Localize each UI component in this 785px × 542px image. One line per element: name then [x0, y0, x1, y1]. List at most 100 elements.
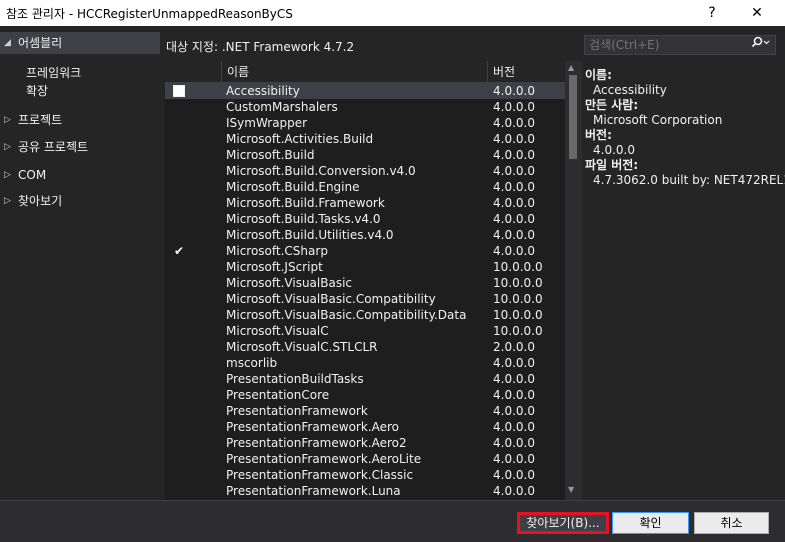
row-name: PresentationFramework.Aero2 — [226, 436, 407, 450]
sidebar-item-label: 프로젝트 — [18, 113, 63, 127]
close-button[interactable]: ✕ — [737, 0, 777, 26]
row-name: Microsoft.VisualBasic.Compatibility.Data — [226, 308, 467, 322]
search-box[interactable] — [584, 35, 776, 55]
sidebar-item-projects[interactable]: ▷ 프로젝트 — [0, 109, 160, 131]
row-version: 4.0.0.0 — [493, 164, 535, 178]
row-version: 10.0.0.0 — [493, 276, 543, 290]
row-version: 4.0.0.0 — [493, 484, 535, 498]
row-name: PresentationCore — [226, 388, 330, 402]
table-row[interactable]: Microsoft.VisualC 10.0.0.0 — [165, 323, 565, 339]
row-version: 4.0.0.0 — [493, 468, 535, 482]
table-row[interactable]: Microsoft.Build.Tasks.v4.0 4.0.0.0 — [165, 211, 565, 227]
row-version: 4.0.0.0 — [493, 180, 535, 194]
row-version: 4.0.0.0 — [493, 100, 535, 114]
list-scrollbar[interactable]: ▲ ▼ — [565, 61, 582, 500]
row-version: 10.0.0.0 — [493, 324, 543, 338]
table-row[interactable]: PresentationFramework.Aero 4.0.0.0 — [165, 419, 565, 435]
row-name: Microsoft.CSharp — [226, 244, 328, 258]
cancel-button[interactable]: 취소 — [694, 512, 769, 534]
row-version: 10.0.0.0 — [493, 292, 543, 306]
detail-name-value: Accessibility — [593, 83, 667, 97]
help-button[interactable]: ? — [692, 0, 732, 26]
collapsed-arrow-icon: ▷ — [4, 142, 11, 152]
sidebar-item-shared-projects[interactable]: ▷ 공유 프로젝트 — [0, 136, 160, 158]
row-name: Microsoft.Build.Conversion.v4.0 — [226, 164, 416, 178]
detail-file-version-label: 파일 버전: — [585, 158, 639, 172]
collapsed-arrow-icon: ▷ — [4, 196, 11, 206]
row-version: 4.0.0.0 — [493, 388, 535, 402]
table-row[interactable]: Microsoft.Build.Framework 4.0.0.0 — [165, 195, 565, 211]
row-version: 4.0.0.0 — [493, 452, 535, 466]
sidebar-item-com[interactable]: ▷ COM — [0, 164, 160, 186]
scrollbar-thumb[interactable] — [569, 75, 577, 159]
table-row[interactable]: PresentationBuildTasks 4.0.0.0 — [165, 371, 565, 387]
table-row[interactable]: Microsoft.Activities.Build 4.0.0.0 — [165, 131, 565, 147]
sidebar-item-assemblies[interactable]: ◢ 어셈블리 — [0, 32, 160, 54]
detail-author-value: Microsoft Corporation — [593, 113, 723, 127]
table-row[interactable]: Microsoft.VisualBasic.Compatibility 10.0.… — [165, 291, 565, 307]
table-row[interactable]: Microsoft.VisualC.STLCLR 2.0.0.0 — [165, 339, 565, 355]
table-row[interactable]: PresentationFramework.AeroLite 4.0.0.0 — [165, 451, 565, 467]
browse-button[interactable]: 찾아보기(B)... — [517, 512, 609, 534]
search-icon[interactable] — [747, 36, 775, 54]
table-row[interactable]: PresentationFramework.Aero2 4.0.0.0 — [165, 435, 565, 451]
row-name: PresentationFramework — [226, 404, 368, 418]
row-version: 10.0.0.0 — [493, 260, 543, 274]
row-version: 4.0.0.0 — [493, 196, 535, 210]
table-row[interactable]: Microsoft.Build.Utilities.v4.0 4.0.0.0 — [165, 227, 565, 243]
table-row[interactable]: ISymWrapper 4.0.0.0 — [165, 115, 565, 131]
sidebar-item-label: COM — [18, 168, 47, 182]
checkbox-unchecked[interactable] — [173, 85, 185, 97]
row-version: 2.0.0.0 — [493, 340, 535, 354]
table-row[interactable]: Microsoft.Build.Engine 4.0.0.0 — [165, 179, 565, 195]
ok-button[interactable]: 확인 — [612, 512, 689, 534]
table-row[interactable]: PresentationFramework 4.0.0.0 — [165, 403, 565, 419]
detail-version-value: 4.0.0.0 — [593, 143, 635, 157]
table-row[interactable]: PresentationFramework.Luna 4.0.0.0 — [165, 483, 565, 499]
scroll-down-icon[interactable]: ▼ — [568, 485, 574, 494]
list-rows: Accessibility 4.0.0.0 CustomMarshalers 4.0.… — [165, 83, 565, 499]
sidebar-item-label: 찾아보기 — [18, 194, 63, 208]
assembly-list[interactable]: 이름 버전 Accessibility 4.0.0.0 CustomMarshale… — [165, 61, 565, 500]
detail-author-label: 만든 사람: — [585, 98, 639, 112]
table-row[interactable]: Microsoft.Build.Conversion.v4.0 4.0.0.0 — [165, 163, 565, 179]
table-row[interactable]: Microsoft.VisualBasic.Compatibility.Data… — [165, 307, 565, 323]
sidebar-subitem-extensions[interactable]: 확장 — [26, 82, 48, 100]
sidebar-subitem-framework[interactable]: 프레임워크 — [26, 64, 81, 82]
row-name: Microsoft.VisualBasic.Compatibility — [226, 292, 436, 306]
detail-version-label: 버전: — [585, 128, 612, 142]
table-row[interactable]: Microsoft.JScript 10.0.0.0 — [165, 259, 565, 275]
table-row[interactable]: PresentationFramework.Classic 4.0.0.0 — [165, 467, 565, 483]
table-row[interactable]: Microsoft.Build 4.0.0.0 — [165, 147, 565, 163]
scroll-up-icon[interactable]: ▲ — [568, 63, 574, 72]
table-row[interactable]: mscorlib 4.0.0.0 — [165, 355, 565, 371]
checkbox-checked[interactable]: ✔ — [173, 245, 185, 257]
table-row[interactable]: PresentationCore 4.0.0.0 — [165, 387, 565, 403]
row-name: PresentationFramework.Classic — [226, 468, 414, 482]
search-icon-graphic — [751, 36, 770, 48]
sidebar: ◢ 어셈블리 프레임워크 확장 ▷ 프로젝트 ▷ 공유 프로젝트 ▷ COM ▷… — [0, 30, 160, 500]
row-name: PresentationFramework.AeroLite — [226, 452, 422, 466]
row-name: Accessibility — [226, 84, 300, 98]
row-name: Microsoft.Build.Tasks.v4.0 — [226, 212, 381, 226]
row-version: 4.0.0.0 — [493, 212, 535, 226]
table-row[interactable]: ✔ Microsoft.CSharp 4.0.0.0 — [165, 243, 565, 259]
sidebar-item-browse[interactable]: ▷ 찾아보기 — [0, 190, 160, 212]
row-name: Microsoft.VisualC.STLCLR — [226, 340, 378, 354]
column-header-name[interactable]: 이름 — [221, 61, 487, 83]
row-name: mscorlib — [226, 356, 278, 370]
list-header: 이름 버전 — [165, 61, 565, 83]
row-name: Microsoft.JScript — [226, 260, 323, 274]
row-version: 4.0.0.0 — [493, 356, 535, 370]
table-row[interactable]: CustomMarshalers 4.0.0.0 — [165, 99, 565, 115]
sidebar-item-label: 어셈블리 — [18, 36, 63, 50]
table-row[interactable]: Microsoft.VisualBasic 10.0.0.0 — [165, 275, 565, 291]
expanded-arrow-icon: ◢ — [4, 38, 11, 48]
table-row[interactable]: Accessibility 4.0.0.0 — [165, 83, 565, 99]
row-version: 4.0.0.0 — [493, 436, 535, 450]
row-version: 4.0.0.0 — [493, 228, 535, 242]
column-header-version[interactable]: 버전 — [487, 61, 557, 83]
search-input[interactable] — [589, 37, 739, 53]
row-version: 4.0.0.0 — [493, 420, 535, 434]
row-name: Microsoft.VisualBasic — [226, 276, 353, 290]
